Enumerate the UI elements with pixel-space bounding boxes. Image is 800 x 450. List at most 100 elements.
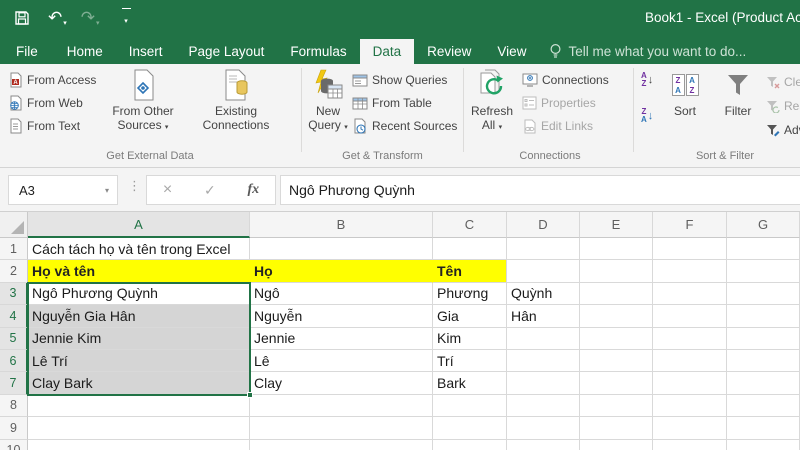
cell-A3[interactable]: Ngô Phương Quỳnh	[28, 282, 250, 306]
cell-B9[interactable]	[250, 417, 433, 440]
formula-input[interactable]: Ngô Phương Quỳnh	[280, 175, 800, 205]
cell-A5[interactable]: Jennie Kim	[28, 327, 250, 350]
cell-C7[interactable]: Bark	[433, 372, 507, 395]
existing-connections-button[interactable]: Existing Connections	[190, 68, 282, 132]
from-access-button[interactable]: A From Access	[8, 70, 96, 90]
cell-A4[interactable]: Nguyễn Gia Hân	[28, 305, 250, 328]
cell-E8[interactable]	[580, 394, 653, 418]
column-header-A[interactable]: A	[28, 212, 250, 238]
cell-C3[interactable]: Phương	[433, 282, 507, 306]
cell-B2[interactable]: Họ	[250, 260, 433, 283]
cell-E5[interactable]	[580, 327, 653, 350]
sort-descending-button[interactable]: ZA ↓	[641, 108, 653, 124]
cell-A2[interactable]: Họ và tên	[28, 260, 250, 283]
cell-B5[interactable]: Jennie	[250, 327, 433, 350]
cell-D4[interactable]: Hân	[507, 305, 580, 328]
row-header-5[interactable]: 5	[0, 327, 28, 350]
tab-view[interactable]: View	[484, 39, 539, 64]
cell-D5[interactable]	[507, 327, 580, 350]
filter-button[interactable]: Filter	[714, 68, 762, 118]
tell-me-box[interactable]: Tell me what you want to do...	[549, 38, 746, 64]
cell-G10[interactable]	[727, 439, 800, 450]
tab-data[interactable]: Data	[359, 39, 415, 64]
cell-G6[interactable]	[727, 349, 800, 373]
cell-C5[interactable]: Kim	[433, 327, 507, 350]
row-header-9[interactable]: 9	[0, 417, 28, 440]
cell-A1[interactable]: Cách tách họ và tên trong Excel	[28, 238, 250, 261]
row-header-7[interactable]: 7	[0, 372, 28, 395]
cell-F2[interactable]	[653, 260, 727, 283]
from-web-button[interactable]: From Web	[8, 93, 83, 113]
cell-A10[interactable]	[28, 439, 250, 450]
cell-D2[interactable]	[507, 260, 580, 283]
cell-D1[interactable]	[507, 238, 580, 261]
cell-B3[interactable]: Ngô	[250, 282, 433, 306]
cell-F9[interactable]	[653, 417, 727, 440]
tab-review[interactable]: Review	[414, 39, 484, 64]
cancel-icon[interactable]: ×	[163, 181, 172, 199]
cell-E4[interactable]	[580, 305, 653, 328]
row-header-10[interactable]: 10	[0, 439, 28, 450]
sort-ascending-button[interactable]: AZ ↓	[641, 72, 653, 88]
cell-F1[interactable]	[653, 238, 727, 261]
cell-G4[interactable]	[727, 305, 800, 328]
cell-F7[interactable]	[653, 372, 727, 395]
name-box[interactable]: A3 ▾	[8, 175, 118, 205]
cell-D9[interactable]	[507, 417, 580, 440]
row-header-2[interactable]: 2	[0, 260, 28, 283]
cell-A7[interactable]: Clay Bark	[28, 372, 250, 395]
cell-E1[interactable]	[580, 238, 653, 261]
tab-file[interactable]: File	[0, 39, 54, 64]
tab-home[interactable]: Home	[54, 39, 116, 64]
from-other-sources-button[interactable]: From Other Sources ▾	[106, 68, 180, 135]
select-all-button[interactable]	[0, 212, 28, 238]
cell-B10[interactable]	[250, 439, 433, 450]
row-header-4[interactable]: 4	[0, 305, 28, 328]
cell-C6[interactable]: Trí	[433, 349, 507, 373]
cell-G2[interactable]	[727, 260, 800, 283]
cell-C10[interactable]	[433, 439, 507, 450]
column-header-G[interactable]: G	[727, 212, 800, 238]
cell-F5[interactable]	[653, 327, 727, 350]
cell-E2[interactable]	[580, 260, 653, 283]
undo-dropdown-icon[interactable]: ▾	[63, 19, 67, 27]
cell-B8[interactable]	[250, 394, 433, 418]
column-header-C[interactable]: C	[433, 212, 507, 238]
cell-C4[interactable]: Gia	[433, 305, 507, 328]
row-header-1[interactable]: 1	[0, 238, 28, 261]
cell-G9[interactable]	[727, 417, 800, 440]
refresh-all-button[interactable]: Refresh All ▾	[468, 68, 516, 135]
cell-B1[interactable]	[250, 238, 433, 261]
cell-C8[interactable]	[433, 394, 507, 418]
cell-C9[interactable]	[433, 417, 507, 440]
column-header-E[interactable]: E	[580, 212, 653, 238]
column-header-B[interactable]: B	[250, 212, 433, 238]
cell-A8[interactable]	[28, 394, 250, 418]
cell-G8[interactable]	[727, 394, 800, 418]
new-query-button[interactable]: New Query ▾	[306, 68, 350, 135]
cell-B4[interactable]: Nguyễn	[250, 305, 433, 328]
cell-C2[interactable]: Tên	[433, 260, 507, 283]
row-header-3[interactable]: 3	[0, 282, 28, 306]
save-button[interactable]	[14, 10, 30, 26]
from-text-button[interactable]: From Text	[8, 116, 80, 136]
connections-button[interactable]: Connections	[522, 70, 609, 90]
formula-bar-resize-handle[interactable]: ⋮	[128, 178, 141, 194]
tab-insert[interactable]: Insert	[116, 39, 176, 64]
show-queries-button[interactable]: Show Queries	[352, 70, 447, 90]
sort-button[interactable]: ZA AZ Sort	[664, 68, 706, 118]
cell-E10[interactable]	[580, 439, 653, 450]
advanced-filter-button[interactable]: Advanced	[766, 120, 800, 140]
insert-function-icon[interactable]: fx	[247, 182, 259, 198]
cell-D6[interactable]	[507, 349, 580, 373]
cell-E6[interactable]	[580, 349, 653, 373]
recent-sources-button[interactable]: Recent Sources	[352, 116, 457, 136]
cell-C1[interactable]	[433, 238, 507, 261]
cell-F6[interactable]	[653, 349, 727, 373]
enter-icon[interactable]: ✓	[204, 182, 216, 199]
cell-G7[interactable]	[727, 372, 800, 395]
cell-A6[interactable]: Lê Trí	[28, 349, 250, 373]
cell-A9[interactable]	[28, 417, 250, 440]
cell-E7[interactable]	[580, 372, 653, 395]
cell-E9[interactable]	[580, 417, 653, 440]
